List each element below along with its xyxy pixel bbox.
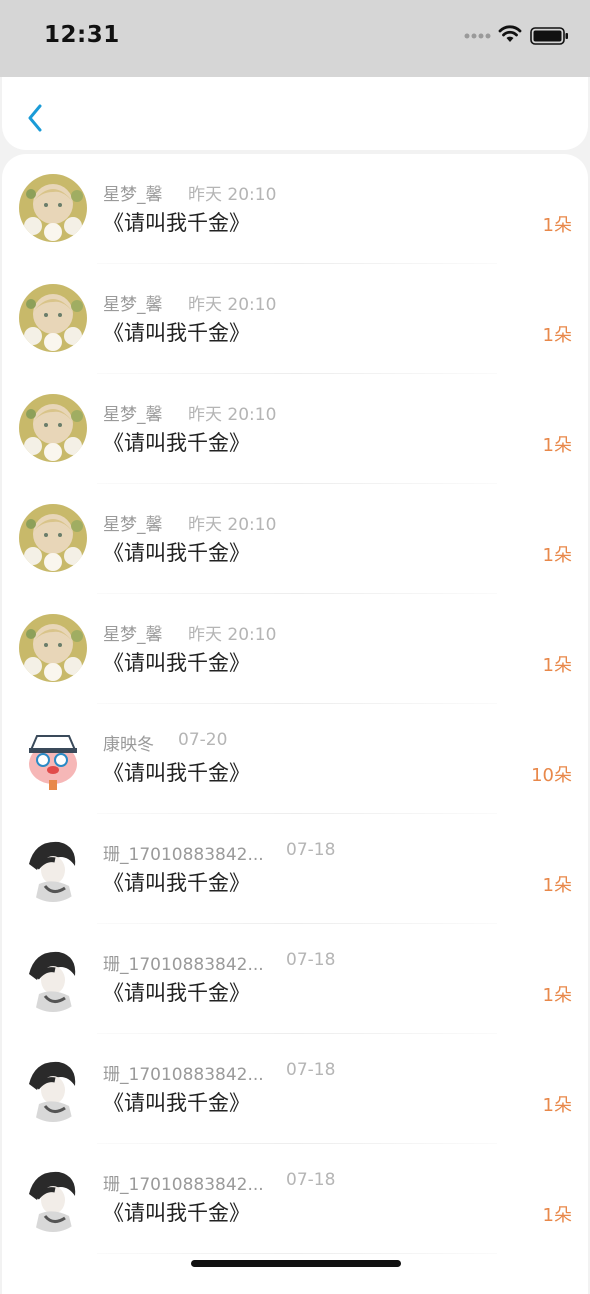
book-title: 《请叫我千金》: [103, 1091, 250, 1115]
wifi-icon: [498, 25, 522, 42]
nav-bar: [2, 77, 588, 150]
sender-name: 珊_17010883842...: [103, 1065, 264, 1085]
flower-count: 1朵: [542, 435, 572, 456]
sender-name: 珊_17010883842...: [103, 1175, 264, 1195]
chevron-left-icon: [28, 104, 42, 132]
book-title: 《请叫我千金》: [103, 211, 250, 235]
avatar[interactable]: [19, 724, 87, 792]
list-item[interactable]: 星梦_馨 昨天 20:10 《请叫我千金》 1朵: [2, 154, 588, 264]
list-item[interactable]: 珊_17010883842... 07-18 《请叫我千金》 1朵: [2, 814, 588, 924]
gift-time: 07-20: [178, 730, 228, 750]
book-title: 《请叫我千金》: [103, 431, 250, 455]
book-title: 《请叫我千金》: [103, 871, 250, 895]
avatar[interactable]: [19, 834, 87, 902]
sender-name: 星梦_馨: [103, 515, 163, 535]
cellular-signal-icon: [464, 33, 491, 39]
sender-name: 星梦_馨: [103, 295, 163, 315]
avatar[interactable]: [19, 504, 87, 572]
gift-time: 昨天 20:10: [188, 405, 277, 425]
status-time: 12:31: [44, 22, 120, 48]
back-button[interactable]: [20, 101, 50, 135]
list-item[interactable]: 星梦_馨 昨天 20:10 《请叫我千金》 1朵: [2, 264, 588, 374]
flower-count: 1朵: [542, 655, 572, 676]
list-item[interactable]: 康映冬 07-20 《请叫我千金》 10朵: [2, 704, 588, 814]
book-title: 《请叫我千金》: [103, 761, 250, 785]
avatar[interactable]: [19, 944, 87, 1012]
gift-time: 07-18: [286, 840, 336, 860]
gift-time: 07-18: [286, 1060, 336, 1080]
list-item[interactable]: 星梦_馨 昨天 20:10 《请叫我千金》 1朵: [2, 594, 588, 704]
flower-count: 1朵: [542, 875, 572, 896]
avatar[interactable]: [19, 614, 87, 682]
sender-name: 康映冬: [103, 735, 154, 755]
gift-time: 昨天 20:10: [188, 515, 277, 535]
book-title: 《请叫我千金》: [103, 1201, 250, 1225]
gift-time: 昨天 20:10: [188, 185, 277, 205]
sender-name: 星梦_馨: [103, 625, 163, 645]
status-bar: 12:31: [0, 0, 590, 77]
sender-name: 珊_17010883842...: [103, 955, 264, 975]
avatar[interactable]: [19, 1164, 87, 1232]
book-title: 《请叫我千金》: [103, 321, 250, 345]
home-indicator[interactable]: [191, 1260, 401, 1267]
avatar[interactable]: [19, 394, 87, 462]
list-item[interactable]: 珊_17010883842... 07-18 《请叫我千金》 1朵: [2, 924, 588, 1034]
sender-name: 珊_17010883842...: [103, 845, 264, 865]
flower-count: 1朵: [542, 545, 572, 566]
flower-count: 1朵: [542, 1205, 572, 1226]
flower-count: 10朵: [531, 765, 572, 786]
battery-icon: [530, 27, 568, 45]
gift-time: 07-18: [286, 1170, 336, 1190]
list-item[interactable]: 星梦_馨 昨天 20:10 《请叫我千金》 1朵: [2, 484, 588, 594]
gift-time: 昨天 20:10: [188, 625, 277, 645]
flower-count: 1朵: [542, 325, 572, 346]
sender-name: 星梦_馨: [103, 405, 163, 425]
list-item[interactable]: 珊_17010883842... 07-18 《请叫我千金》 1朵: [2, 1144, 588, 1254]
book-title: 《请叫我千金》: [103, 981, 250, 1005]
gift-time: 昨天 20:10: [188, 295, 277, 315]
gift-list: 星梦_馨 昨天 20:10 《请叫我千金》 1朵 星梦_馨 昨天 20:10 《…: [2, 154, 588, 1294]
avatar[interactable]: [19, 174, 87, 242]
book-title: 《请叫我千金》: [103, 651, 250, 675]
list-item[interactable]: 珊_17010883842... 07-18 《请叫我千金》 1朵: [2, 1034, 588, 1144]
flower-count: 1朵: [542, 215, 572, 236]
avatar[interactable]: [19, 284, 87, 352]
flower-count: 1朵: [542, 985, 572, 1006]
book-title: 《请叫我千金》: [103, 541, 250, 565]
divider: [97, 1253, 497, 1254]
gift-time: 07-18: [286, 950, 336, 970]
sender-name: 星梦_馨: [103, 185, 163, 205]
list-item[interactable]: 星梦_馨 昨天 20:10 《请叫我千金》 1朵: [2, 374, 588, 484]
flower-count: 1朵: [542, 1095, 572, 1116]
avatar[interactable]: [19, 1054, 87, 1122]
